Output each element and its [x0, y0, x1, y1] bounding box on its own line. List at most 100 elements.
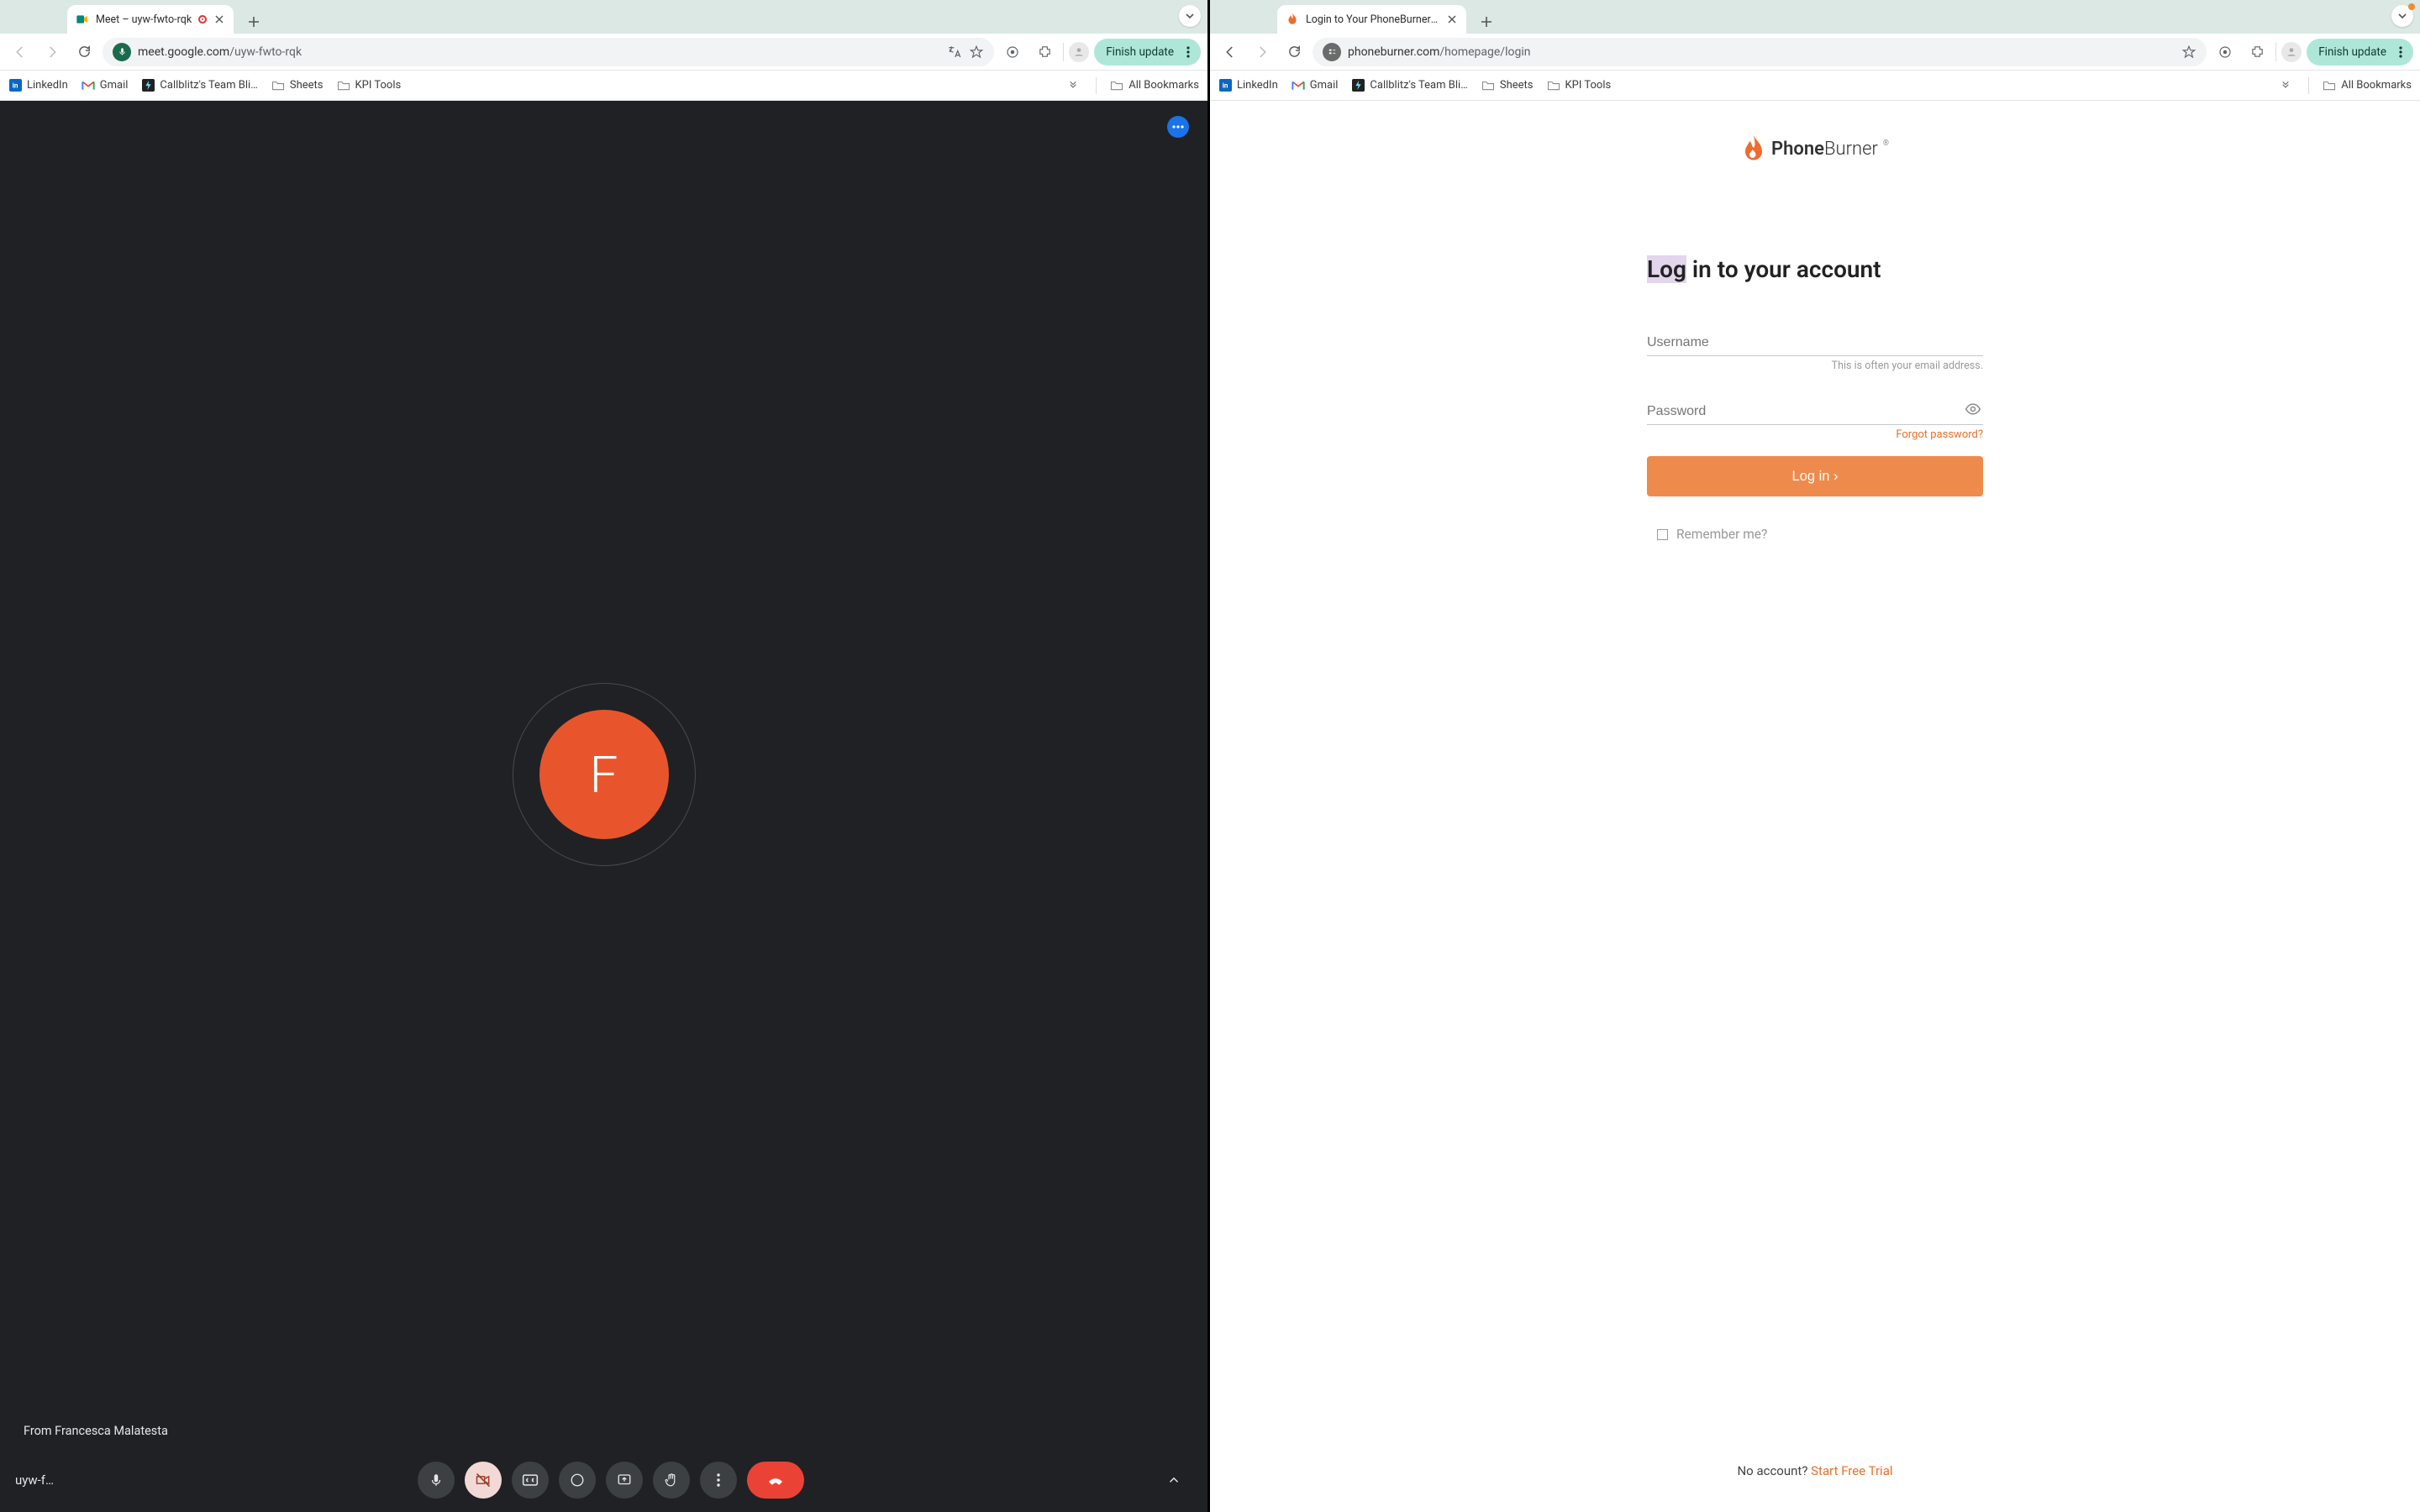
gmail-icon: [82, 79, 95, 92]
captions-button[interactable]: [512, 1462, 549, 1499]
bookmark-callblitz[interactable]: Callblitz's Team Bli…: [141, 79, 257, 92]
finish-update-button[interactable]: Finish update: [1094, 39, 1201, 66]
registered-mark: ®: [1883, 139, 1889, 148]
login-button[interactable]: Log in ›: [1647, 456, 1983, 496]
forward-button[interactable]: [39, 39, 66, 66]
extension-icon[interactable]: [999, 39, 1026, 66]
bookmarks-overflow-button[interactable]: [1064, 79, 1082, 92]
folder-icon: [1547, 79, 1560, 92]
password-input[interactable]: [1647, 399, 1983, 425]
back-button[interactable]: [7, 39, 34, 66]
raise-hand-button[interactable]: [653, 1462, 690, 1499]
forgot-password-link[interactable]: Forgot password?: [1647, 428, 1983, 441]
callblitz-icon: [1351, 79, 1365, 92]
reload-button[interactable]: [1281, 39, 1307, 66]
finish-update-label: Finish update: [1106, 45, 1174, 59]
reactions-button[interactable]: [559, 1462, 596, 1499]
tab-strip-right: Login to Your PhoneBurner Ac: [1210, 0, 2420, 34]
present-screen-button[interactable]: [606, 1462, 643, 1499]
forward-button[interactable]: [1249, 39, 1276, 66]
flame-icon: [1741, 134, 1766, 163]
tab-close-button[interactable]: [213, 13, 225, 25]
bookmark-star-icon[interactable]: [2181, 45, 2196, 60]
more-overflow-button[interactable]: [1167, 116, 1189, 138]
more-options-button[interactable]: [700, 1462, 737, 1499]
extensions-icon[interactable]: [1031, 39, 1058, 66]
linkedin-icon: in: [8, 79, 22, 92]
all-bookmarks-button[interactable]: All Bookmarks: [1110, 79, 1199, 92]
phoneburner-favicon-icon: [1286, 13, 1299, 26]
footer-text: No account?: [1737, 1463, 1811, 1478]
url-text: meet.google.com/uyw-fwto-rqk: [138, 45, 940, 59]
bookmark-sheets[interactable]: Sheets: [1481, 79, 1534, 92]
translate-icon[interactable]: [947, 45, 962, 60]
folder-icon: [2323, 79, 2336, 92]
address-bar[interactable]: meet.google.com/uyw-fwto-rqk: [103, 38, 994, 66]
camera-off-button[interactable]: [465, 1462, 502, 1499]
folder-icon: [271, 79, 285, 92]
tab-title: Meet – uyw-fwto-rqk: [96, 13, 192, 26]
folder-icon: [337, 79, 350, 92]
expand-panel-button[interactable]: [1155, 1462, 1192, 1499]
address-bar[interactable]: phoneburner.com/homepage/login: [1313, 38, 2207, 66]
bookmark-star-icon[interactable]: [969, 45, 984, 60]
bookmarks-divider: [1096, 77, 1097, 94]
signup-footer: No account? Start Free Trial: [1210, 1463, 2420, 1478]
username-hint: This is often your email address.: [1647, 360, 1983, 372]
meet-controls-bar: uyw-f…: [0, 1448, 1207, 1512]
profile-avatar[interactable]: [2281, 42, 2302, 62]
window-right: Login to Your PhoneBurner Ac phoneburner…: [1210, 0, 2420, 1512]
video-stage: F: [0, 101, 1207, 1448]
bookmark-callblitz[interactable]: Callblitz's Team Bli…: [1351, 79, 1467, 92]
bookmark-label: Callblitz's Team Bli…: [160, 79, 257, 92]
site-settings-icon[interactable]: [1323, 43, 1341, 61]
toolbar-divider: [1063, 43, 1064, 61]
bookmarks-overflow-button[interactable]: [2276, 79, 2295, 92]
finish-update-button[interactable]: Finish update: [2307, 39, 2413, 66]
remember-label: Remember me?: [1676, 527, 1767, 542]
logo-text: PhoneBurner: [1771, 139, 1878, 160]
callblitz-icon: [141, 79, 155, 92]
extensions-icon[interactable]: [2244, 39, 2270, 66]
new-tab-button[interactable]: [1475, 10, 1498, 34]
svg-text:in: in: [1222, 81, 1228, 90]
tab-phoneburner[interactable]: Login to Your PhoneBurner Ac: [1277, 5, 1466, 34]
bookmark-linkedin[interactable]: inLinkedIn: [8, 79, 68, 92]
menu-dots-icon[interactable]: [2393, 46, 2408, 58]
bookmark-label: KPI Tools: [355, 79, 402, 92]
bookmark-label: KPI Tools: [1565, 79, 1612, 92]
tab-search-button[interactable]: [1179, 5, 1201, 27]
bookmarks-bar-right: inLinkedIn Gmail Callblitz's Team Bli… S…: [1210, 71, 2420, 101]
bookmark-kpi[interactable]: KPI Tools: [337, 79, 402, 92]
avatar-initial: F: [590, 745, 618, 805]
tab-meet[interactable]: Meet – uyw-fwto-rqk: [67, 5, 234, 34]
tab-search-button[interactable]: [2391, 5, 2413, 27]
leave-call-button[interactable]: [747, 1462, 804, 1499]
bookmark-kpi[interactable]: KPI Tools: [1547, 79, 1612, 92]
bookmark-label: All Bookmarks: [2341, 79, 2412, 92]
profile-avatar[interactable]: [1069, 42, 1089, 62]
back-button[interactable]: [1217, 39, 1244, 66]
bookmark-linkedin[interactable]: inLinkedIn: [1218, 79, 1278, 92]
remember-me-checkbox[interactable]: Remember me?: [1657, 527, 1983, 542]
mic-permission-icon[interactable]: [113, 43, 131, 61]
username-input[interactable]: [1647, 330, 1983, 356]
microphone-button[interactable]: [418, 1462, 455, 1499]
login-heading: Log in to your account: [1647, 255, 1983, 283]
bookmark-gmail[interactable]: Gmail: [82, 79, 129, 92]
recording-icon: [198, 15, 207, 24]
tab-close-button[interactable]: [1446, 13, 1458, 25]
new-tab-button[interactable]: [242, 10, 266, 34]
all-bookmarks-button[interactable]: All Bookmarks: [2323, 79, 2412, 92]
start-trial-link[interactable]: Start Free Trial: [1811, 1463, 1892, 1478]
url-text: phoneburner.com/homepage/login: [1348, 45, 2175, 59]
reload-button[interactable]: [71, 39, 97, 66]
bookmark-gmail[interactable]: Gmail: [1292, 79, 1339, 92]
bookmark-sheets[interactable]: Sheets: [271, 79, 324, 92]
extension-icon[interactable]: [2212, 39, 2238, 66]
meet-favicon-icon: [76, 13, 89, 26]
show-password-icon[interactable]: [1965, 401, 1981, 417]
avatar-ring: F: [513, 683, 696, 866]
menu-dots-icon[interactable]: [1181, 46, 1196, 58]
folder-icon: [1481, 79, 1495, 92]
